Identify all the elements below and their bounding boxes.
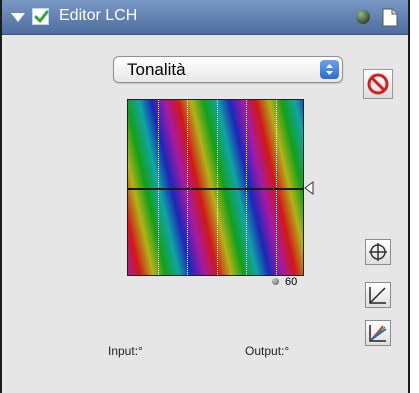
enable-checkbox[interactable] bbox=[32, 8, 49, 25]
panel-title-bar[interactable]: Editor LCH bbox=[2, 0, 408, 35]
value-ball-icon bbox=[272, 278, 279, 285]
document-icon[interactable] bbox=[382, 8, 398, 27]
status-dot-icon bbox=[356, 10, 370, 24]
mode-select-value: Tonalità bbox=[127, 60, 186, 79]
no-entry-icon bbox=[367, 73, 389, 95]
graph-legend-value: 60 bbox=[285, 276, 298, 288]
lch-editor-panel: Editor LCH Tonalità 60 Input:° Output:° bbox=[0, 0, 410, 393]
checkbox-icon bbox=[34, 10, 49, 23]
mode-select[interactable]: Tonalità bbox=[113, 56, 343, 83]
linear-curve-icon bbox=[369, 287, 386, 304]
output-readout-label: Output:° bbox=[245, 344, 290, 358]
curve-handle-icon[interactable] bbox=[304, 181, 314, 195]
curve-line[interactable] bbox=[128, 188, 303, 190]
color-curve-icon bbox=[369, 325, 387, 342]
select-arrows-icon bbox=[320, 60, 339, 79]
input-readout-label: Input:° bbox=[108, 344, 143, 358]
panel-title: Editor LCH bbox=[59, 7, 138, 24]
disclosure-triangle-icon[interactable] bbox=[11, 13, 25, 22]
picker-button[interactable] bbox=[365, 239, 391, 265]
color-curve-button[interactable] bbox=[365, 320, 391, 346]
linear-curve-button[interactable] bbox=[365, 282, 391, 308]
hue-curve-graph[interactable] bbox=[127, 99, 304, 276]
crosshair-picker-icon bbox=[369, 243, 387, 261]
reset-button[interactable] bbox=[363, 69, 393, 99]
